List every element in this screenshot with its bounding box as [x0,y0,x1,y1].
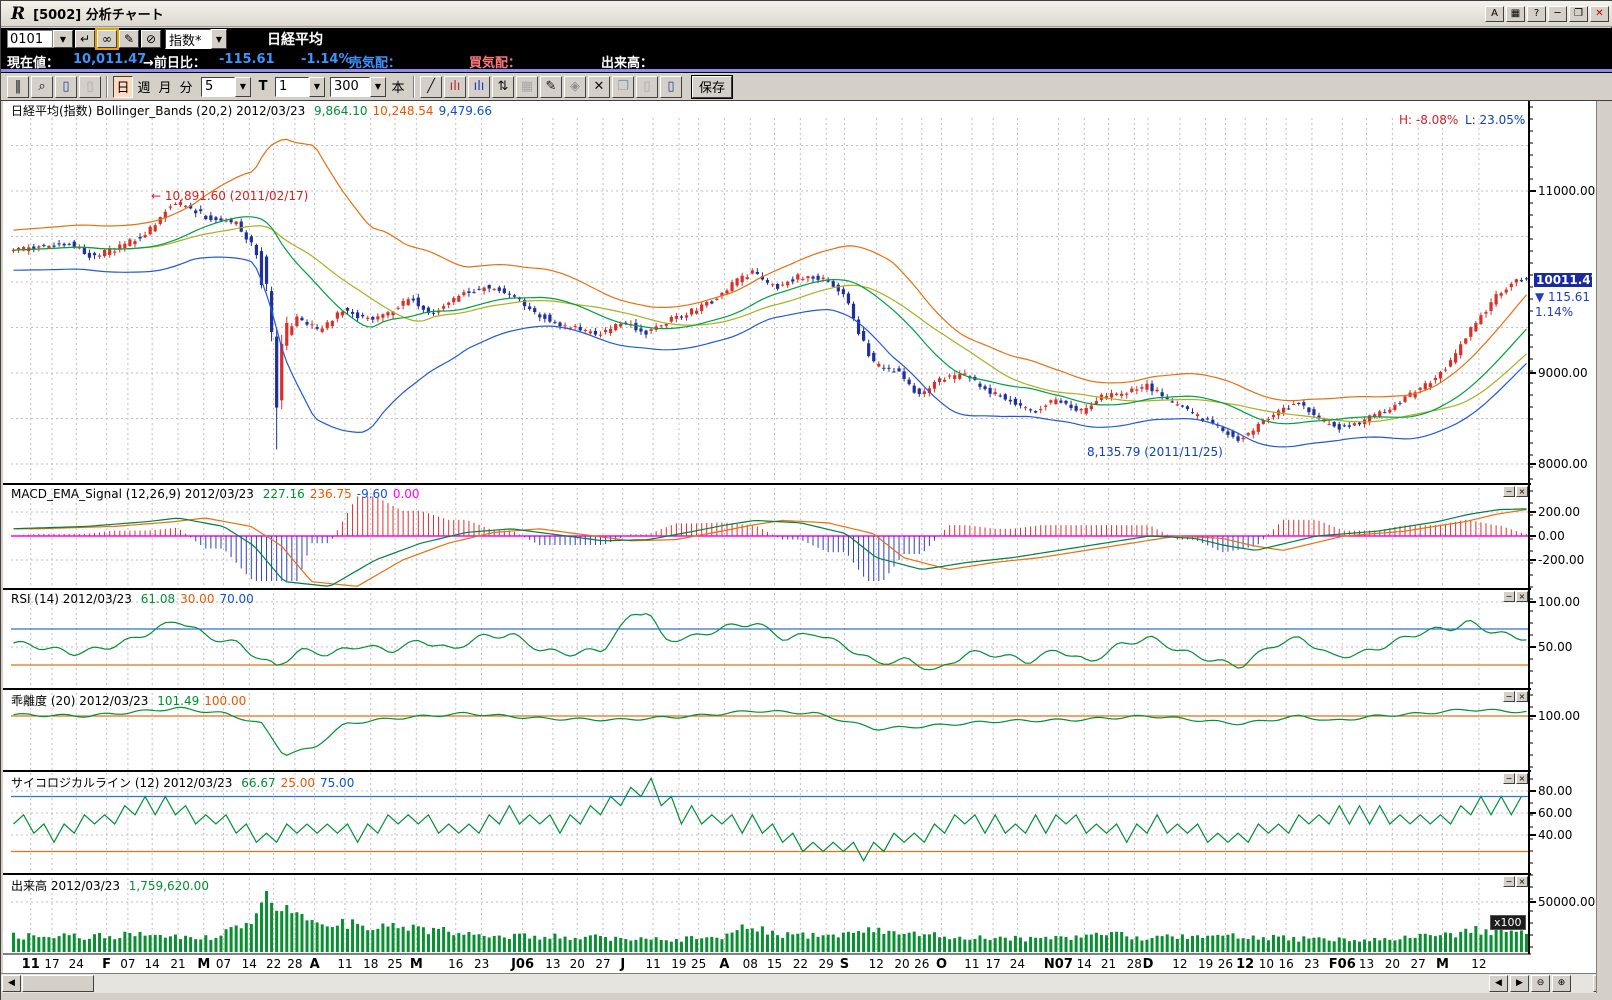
close-button[interactable]: ✕ [1590,6,1609,22]
help-button[interactable]: ? [1527,6,1546,22]
window-frame-right [1596,101,1612,993]
delete-icon[interactable]: ✕ [588,76,610,98]
macd-bars-icon[interactable]: ılı [444,76,466,98]
memo-button[interactable]: ✎ [119,30,139,48]
instrument-name: 日経平均 [267,29,323,49]
volume-unit-badge: x100 [1490,915,1526,930]
layout-icon: ❐ [612,76,634,98]
scroll-left-button[interactable]: ◀ [2,975,21,992]
change-value: -115.61 [219,52,275,67]
symbol-dropdown-arrow[interactable]: ▼ [53,30,73,48]
market-mode-dropdown-arrow[interactable]: ▼ [211,29,227,49]
period-button-日[interactable]: 日 [113,76,133,98]
volume-panel-minimize-button[interactable]: − [1503,876,1515,887]
grid-icon: ▦ [516,76,538,98]
period-button-月[interactable]: 月 [155,76,175,98]
tile-windows-button[interactable]: ▦ [1506,6,1525,22]
titlebar[interactable]: R [5002] 分析チャート A ▦ ? ─ ❐ ✕ [1,1,1612,27]
volume-panel-close-button[interactable]: × [1516,876,1528,887]
macd-panel-minimize-button[interactable]: − [1503,486,1515,497]
sort-arrows-icon[interactable]: ⇅ [492,76,514,98]
print-icon[interactable]: ▯ [660,76,682,98]
change-pct-value: -1.14% [301,52,352,67]
scrollbar-thumb[interactable] [22,975,94,992]
binoculars-search-button[interactable]: ∞ [97,30,117,48]
trendline-icon[interactable]: ╱ [420,76,442,98]
window-frame-bottom [1,993,1612,1000]
candlestick-icon[interactable]: ‖ [7,76,29,98]
window-title: [5002] 分析チャート [33,4,163,23]
app-window: R [5002] 分析チャート A ▦ ? ─ ❐ ✕ ▼ ↵ ∞ ✎ ⊘ 指数… [0,0,1612,1000]
copy-chart-icon: ▯ [79,76,101,98]
horizontal-scrollbar[interactable]: ◀ ◀▶⊖⊕ ✕ [1,973,1612,993]
tick-type-label: T [253,76,273,98]
volume-bars-icon[interactable]: ılı [468,76,490,98]
save-button[interactable]: 保存 [692,76,732,98]
macd-panel-close-button[interactable]: × [1516,486,1528,497]
psy-panel-close-button[interactable]: × [1516,773,1528,784]
price-pct-readout: 1.14% [1535,305,1573,319]
market-mode-select[interactable]: 指数* [165,29,211,49]
page-icon: ▯ [636,76,658,98]
pencil-icon[interactable]: ✎ [540,76,562,98]
rsi-panel-close-button[interactable]: × [1516,591,1528,602]
restore-button[interactable]: ❐ [1569,6,1588,22]
enter-button[interactable]: ↵ [75,30,95,48]
freq-select[interactable]: 5 [201,77,235,97]
zoom-icon[interactable]: ⌕ [31,76,53,98]
app-logo-icon: R [11,4,25,24]
symbol-toolbar: ▼ ↵ ∞ ✎ ⊘ 指数* ▼ 日経平均 [1,28,1612,50]
chart-toolbar: ‖⌕▯▯ 日週月分 5 ▼ T 1 ▼ 300 ▼ 本 ╱ılıılı⇅▦✎◈✕… [1,73,1612,101]
quote-bar: 現在値： 10,011.47 →前日比： -115.61 -1.14% 売気配：… [1,50,1612,69]
kairi-panel-close-button[interactable]: × [1516,691,1528,702]
chart-canvas[interactable] [1,1,1612,1000]
font-button[interactable]: A [1485,6,1504,22]
period-button-分[interactable]: 分 [176,76,196,98]
current-price-value: 10,011.47 [73,52,146,67]
clear-draw-button[interactable]: ⊘ [141,30,161,48]
bars-from-select[interactable]: 1 [275,77,309,97]
bars-from-dropdown-arrow[interactable]: ▼ [309,77,325,97]
psy-panel-minimize-button[interactable]: − [1503,773,1515,784]
separator [413,76,415,98]
eraser-icon[interactable]: ◈ [564,76,586,98]
zoom-in-button[interactable]: ⊕ [1552,975,1571,992]
new-chart-icon[interactable]: ▯ [55,76,77,98]
separator [106,76,108,98]
current-price-badge: 10011.47 [1534,273,1592,287]
bars-count-dropdown-arrow[interactable]: ▼ [370,77,386,97]
symbol-code-input[interactable] [7,30,53,48]
rsi-panel-minimize-button[interactable]: − [1503,591,1515,602]
minimize-button[interactable]: ─ [1548,6,1567,22]
kairi-panel-minimize-button[interactable]: − [1503,691,1515,702]
period-button-週[interactable]: 週 [134,76,154,98]
zoom-out-button[interactable]: ⊖ [1531,975,1550,992]
step-right-button[interactable]: ▶ [1510,975,1529,992]
freq-dropdown-arrow[interactable]: ▼ [235,77,251,97]
price-change-readout: ▼ 115.61 [1535,290,1590,304]
step-left-button[interactable]: ◀ [1489,975,1508,992]
bars-count-select[interactable]: 300 [330,77,370,97]
bars-unit-label: 本 [388,76,408,98]
